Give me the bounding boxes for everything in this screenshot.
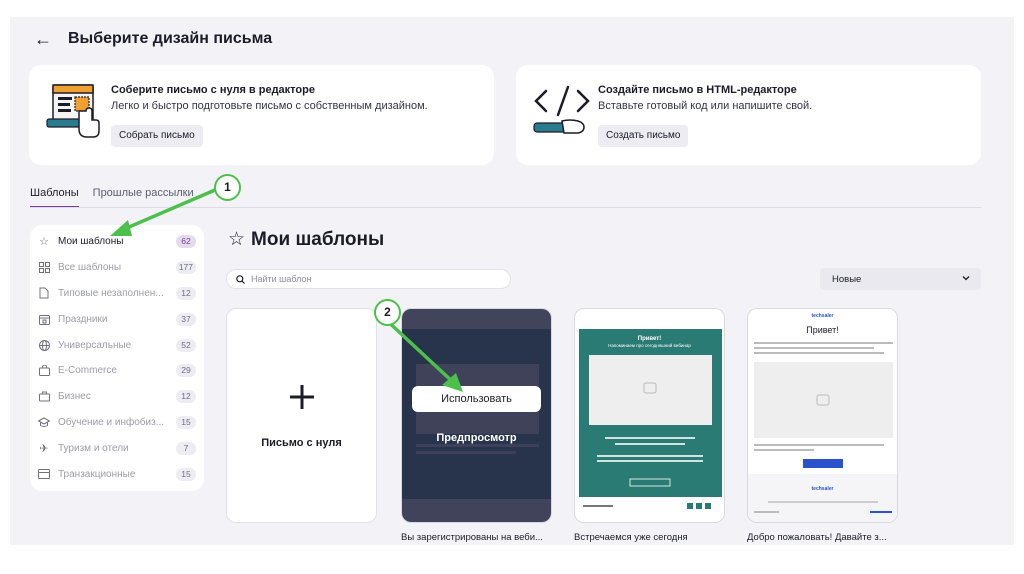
- sidebar-item-my-templates[interactable]: ☆ Мои шаблоны 62: [30, 229, 204, 255]
- sort-value: Новые: [832, 273, 862, 285]
- sidebar-item-education[interactable]: Обучение и инфобиз... 15: [30, 410, 204, 436]
- sidebar-item-label: Транзакционные: [58, 468, 136, 480]
- sidebar: ☆ Мои шаблоны 62 Все шаблоны 177 Типовые…: [30, 225, 204, 491]
- sidebar-item-all-templates[interactable]: Все шаблоны 177: [30, 255, 204, 281]
- html-card-title: Создайте письмо в HTML-редакторе: [598, 84, 797, 96]
- graduation-cap-icon: [38, 416, 50, 428]
- sidebar-item-label: Обучение и инфобиз...: [58, 416, 164, 428]
- editor-illustration-icon: [46, 84, 100, 138]
- shopping-bag-icon: [38, 365, 50, 377]
- plus-icon: [290, 385, 314, 409]
- annotation-badge-1: 1: [214, 174, 241, 201]
- tab-templates[interactable]: Шаблоны: [30, 187, 79, 208]
- annotation-number: 2: [384, 305, 391, 319]
- sidebar-item-label: Все шаблоны: [58, 262, 122, 274]
- email-design-page: ← Выберите дизайн письма Соберите письмо…: [10, 17, 1014, 545]
- globe-icon: [38, 339, 50, 351]
- sidebar-item-label: Праздники: [58, 313, 108, 325]
- document-icon: [38, 287, 50, 299]
- annotation-badge-2: 2: [374, 299, 401, 326]
- mini-heading: Привет!: [806, 325, 839, 335]
- sidebar-item-ecommerce[interactable]: E-Commerce 29: [30, 358, 204, 384]
- html-code-illustration-icon: [533, 85, 590, 134]
- sidebar-item-label: E-Commerce: [58, 365, 117, 377]
- template-card[interactable]: Использовать Предпросмотр: [401, 308, 552, 523]
- sidebar-item-count: 62: [176, 235, 196, 249]
- html-editor-card: Создайте письмо в HTML-редакторе Вставьт…: [516, 65, 981, 165]
- sidebar-item-universal[interactable]: Универсальные 52: [30, 332, 204, 358]
- use-template-button[interactable]: Использовать: [412, 386, 541, 412]
- arrow-left-icon[interactable]: ←: [34, 30, 52, 48]
- star-icon: ☆: [39, 236, 49, 249]
- create-email-button[interactable]: Создать письмо: [598, 125, 689, 147]
- sidebar-item-count: 12: [176, 390, 196, 404]
- sidebar-item-count: 15: [176, 415, 196, 429]
- sidebar-item-count: 7: [176, 441, 196, 455]
- template-card[interactable]: Привет! Напоминаем про сегодняшний вебин…: [574, 308, 725, 523]
- sidebar-item-travel[interactable]: ✈ Туризм и отели 7: [30, 435, 204, 461]
- template-title: Вы зарегистрированы на веби...: [401, 532, 543, 543]
- sidebar-item-label: Бизнес: [58, 391, 91, 403]
- page-header: ← Выберите дизайн письма: [34, 30, 272, 48]
- credit-card-icon: [38, 468, 50, 480]
- sidebar-item-label: Универсальные: [58, 339, 132, 351]
- sidebar-item-holidays[interactable]: Праздники 37: [30, 306, 204, 332]
- sidebar-item-transactional[interactable]: Транзакционные 15: [30, 461, 204, 487]
- search-input[interactable]: [251, 274, 491, 284]
- sidebar-item-label: Типовые незаполнен...: [58, 287, 164, 299]
- sidebar-item-count: 12: [176, 286, 196, 300]
- sidebar-item-count: 15: [176, 467, 196, 481]
- sidebar-item-count: 177: [175, 261, 196, 275]
- sidebar-item-business[interactable]: Бизнес 12: [30, 384, 204, 410]
- template-title: Добро пожаловать! Давайте з...: [747, 532, 887, 543]
- search-icon: [236, 274, 245, 284]
- search-field[interactable]: [226, 269, 511, 289]
- editor-card-title: Соберите письмо с нуля в редакторе: [111, 84, 315, 96]
- editor-card: Соберите письмо с нуля в редакторе Легко…: [29, 65, 494, 165]
- mini-heading: Привет!: [637, 336, 662, 342]
- html-card-description: Вставьте готовый код или напишите свой.: [598, 100, 813, 112]
- mini-subheading: Напоминаем про сегодняшний вебинар: [608, 343, 691, 348]
- sidebar-item-label: Мои шаблоны: [58, 236, 124, 248]
- template-hover-overlay: [402, 309, 551, 522]
- plane-icon: ✈: [39, 442, 49, 455]
- grid-icon: [38, 262, 50, 274]
- sidebar-item-count: 37: [176, 312, 196, 326]
- sort-select[interactable]: Новые: [820, 268, 981, 290]
- tabs-divider: [30, 207, 981, 208]
- briefcase-icon: [38, 391, 50, 403]
- page-title: Выберите дизайн письма: [68, 30, 273, 47]
- template-title: Встречаемся уже сегодня: [574, 532, 688, 543]
- section-title-text: Мои шаблоны: [251, 228, 385, 250]
- sidebar-item-blank-templates[interactable]: Типовые незаполнен... 12: [30, 281, 204, 307]
- tab-past-mailings[interactable]: Прошлые рассылки: [93, 187, 194, 208]
- calendar-icon: [38, 313, 50, 325]
- mini-brand: techsaler: [811, 313, 834, 319]
- chevron-down-icon: [962, 276, 970, 281]
- annotation-number: 1: [224, 180, 231, 194]
- new-email-label: Письмо с нуля: [261, 437, 342, 449]
- build-email-button[interactable]: Собрать письмо: [111, 125, 203, 147]
- template-card[interactable]: techsaler Привет! techsaler: [747, 308, 898, 523]
- preview-template-button[interactable]: Предпросмотр: [402, 432, 551, 444]
- section-title: ☆ Мои шаблоны: [228, 228, 384, 251]
- sidebar-item-count: 52: [176, 338, 196, 352]
- sidebar-item-count: 29: [176, 364, 196, 378]
- mini-footer-brand: techsaler: [811, 486, 834, 492]
- editor-card-description: Легко и быстро подготовьте письмо с собс…: [111, 100, 428, 112]
- star-icon: ☆: [228, 229, 246, 250]
- sidebar-item-label: Туризм и отели: [58, 442, 129, 454]
- new-email-tile[interactable]: Письмо с нуля: [226, 308, 377, 523]
- tabs: Шаблоны Прошлые рассылки: [30, 187, 194, 208]
